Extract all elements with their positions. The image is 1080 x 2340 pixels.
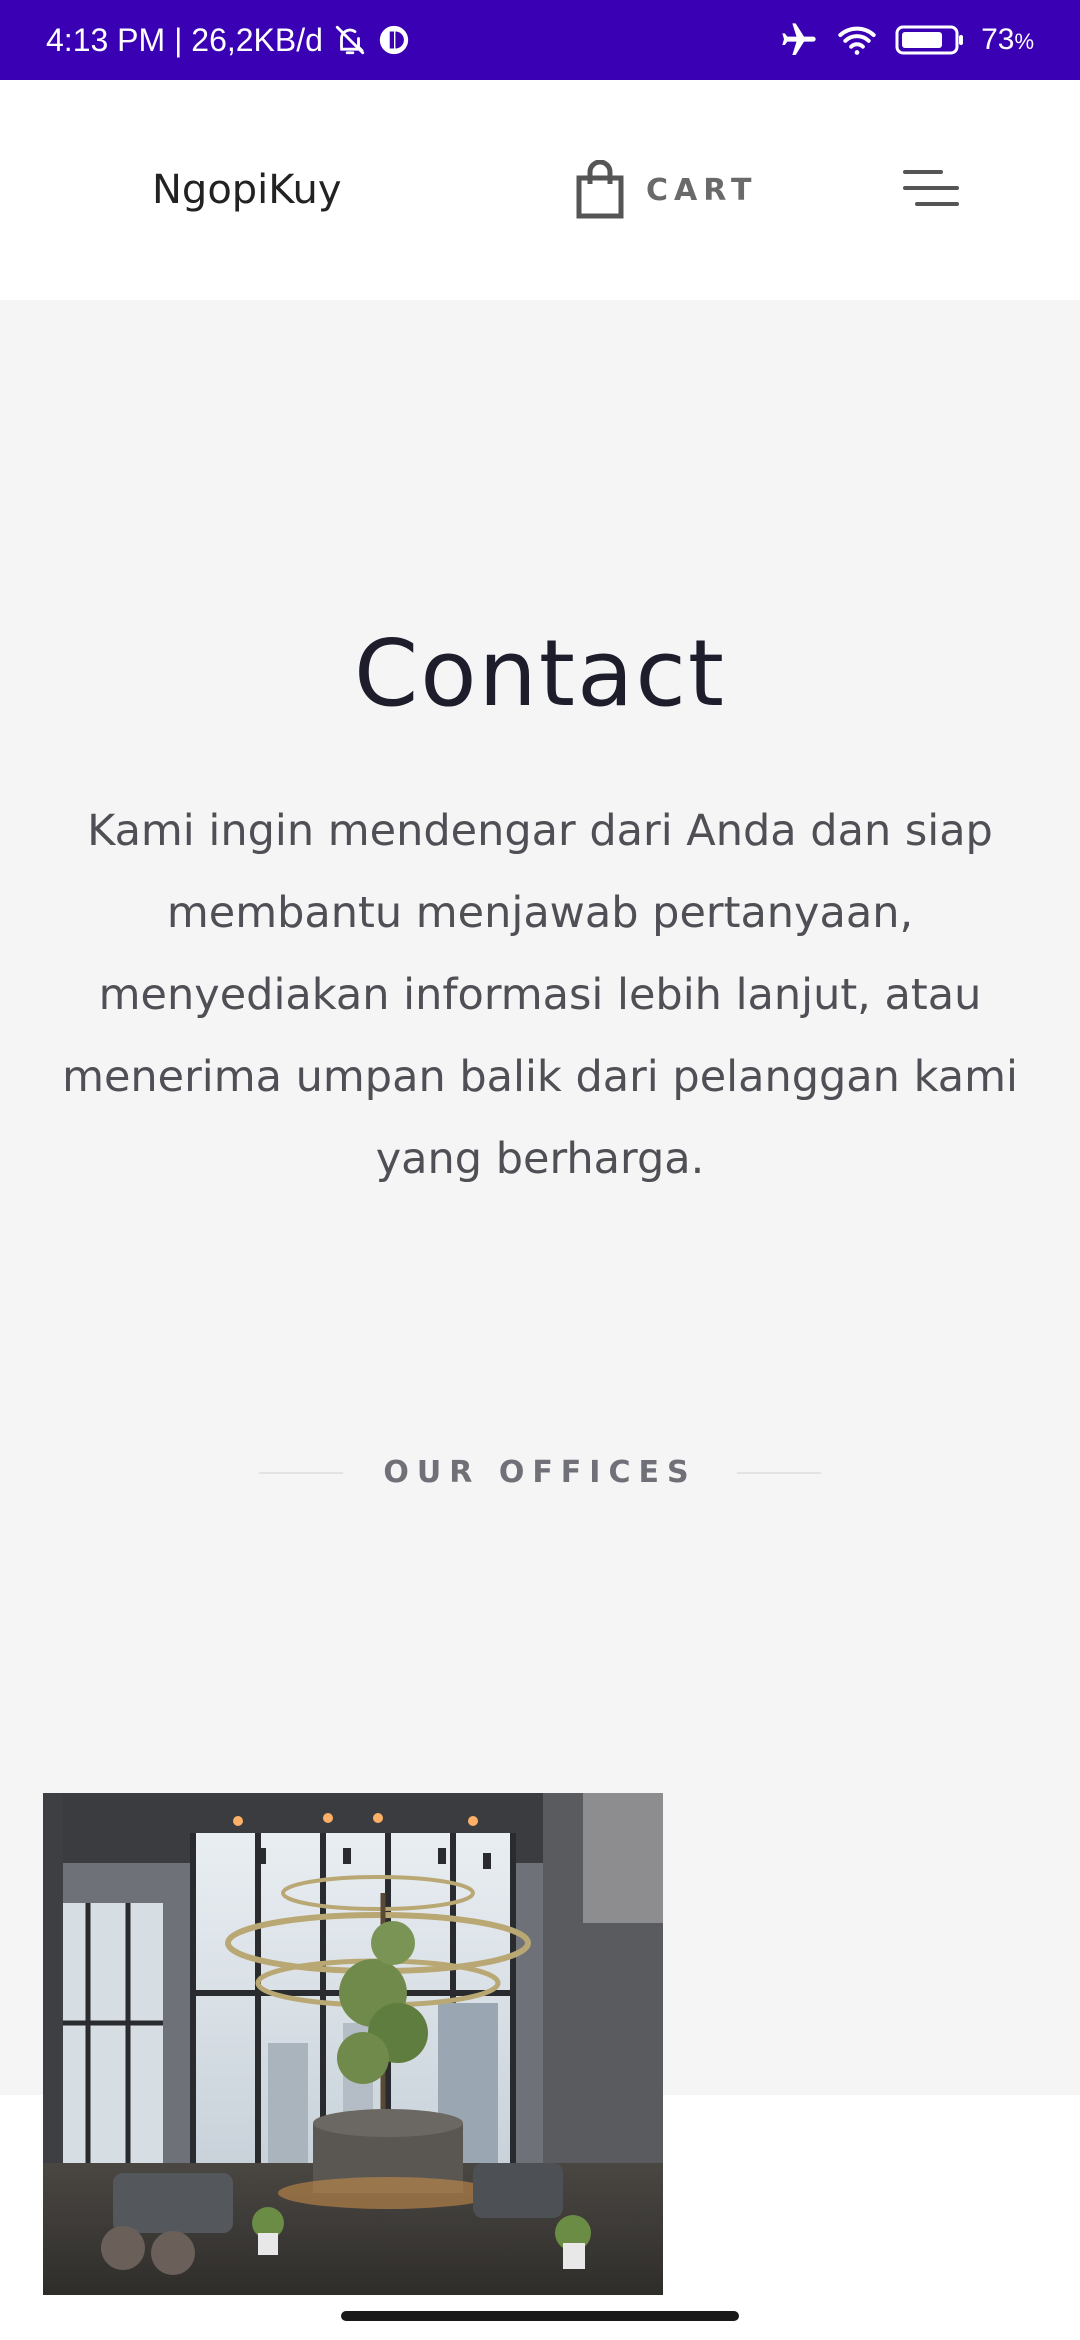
status-time-info: 4:13 PM | 26,2KB/d (46, 21, 323, 58)
cart-label: CART (646, 172, 758, 208)
battery-icon (895, 22, 965, 58)
offices-label: OUR OFFICES (383, 1455, 697, 1490)
divider-left (259, 1471, 344, 1474)
wifi-icon (835, 20, 879, 60)
status-left: 4:13 PM | 26,2KB/d (46, 22, 411, 59)
bell-off-icon (333, 23, 367, 57)
brand-logo[interactable]: NgopiKuy (152, 80, 342, 300)
office-photo (43, 1793, 663, 2295)
battery-unit: % (1014, 29, 1034, 54)
divider-right (736, 1471, 821, 1474)
hamburger-menu-icon (901, 166, 961, 214)
page-title: Contact (354, 620, 726, 727)
battery-percent: 73% (981, 23, 1034, 56)
data-saver-icon (377, 23, 411, 57)
offices-heading: OUR OFFICES (0, 1455, 1080, 1490)
site-header: NgopiKuy CART (0, 80, 1080, 300)
cart-button[interactable]: CART (574, 80, 757, 300)
hamburger-menu-button[interactable] (896, 160, 966, 220)
home-indicator[interactable] (341, 2311, 739, 2321)
status-bar: 4:13 PM | 26,2KB/d 73% (0, 0, 1080, 80)
intro-text: Kami ingin mendengar dari Anda dan siap … (62, 806, 1018, 1184)
airplane-icon (779, 20, 819, 60)
status-right: 73% (779, 20, 1034, 60)
shopping-bag-icon (574, 160, 626, 220)
